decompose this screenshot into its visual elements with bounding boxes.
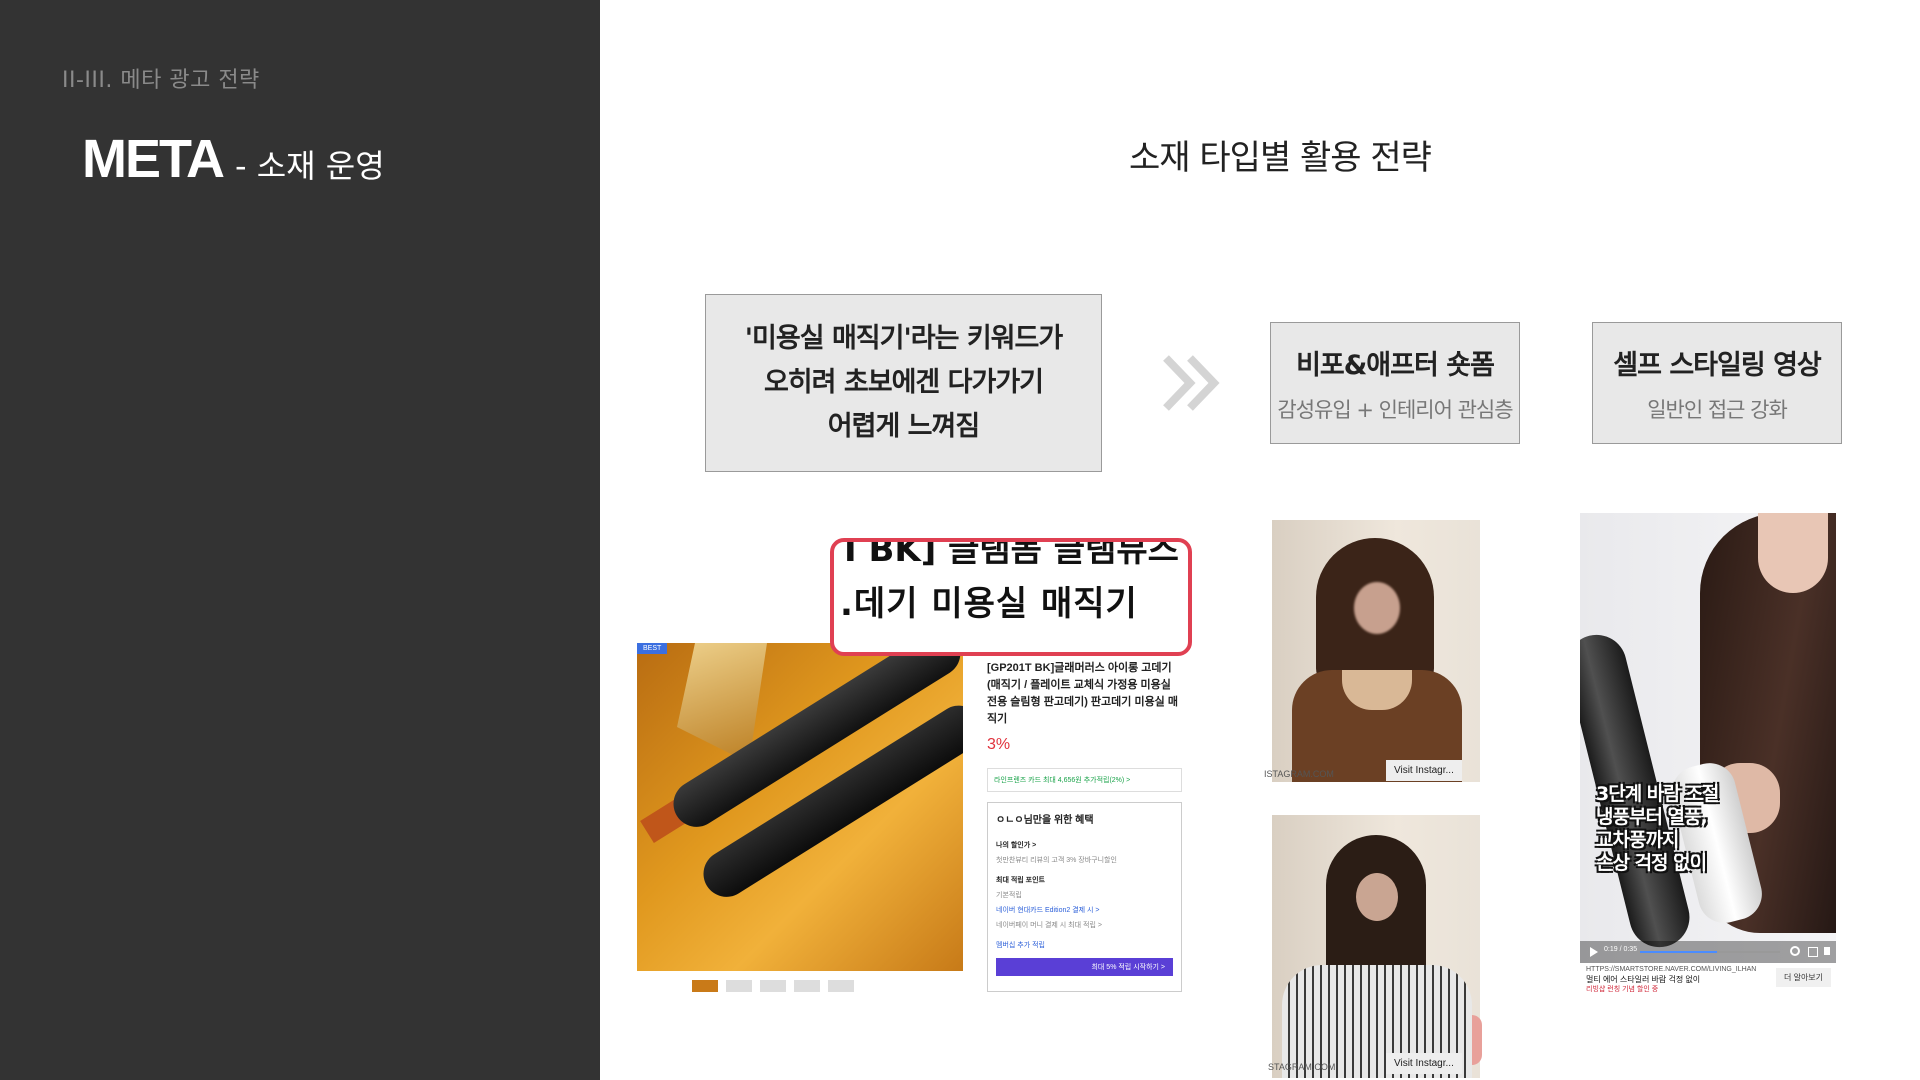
visit-instagram-button[interactable]: Visit Instagr... <box>1386 1053 1462 1074</box>
naver-card-link[interactable]: 네이버 현대카드 Edition2 결제 시 > <box>996 905 1173 915</box>
learn-more-button[interactable]: 더 알아보기 <box>1776 968 1832 987</box>
max-point-label: 최대 적립 포인트 <box>996 877 1045 884</box>
benefit-panel: ㅇㄴㅇ님만을 위한 혜택 나의 할인가 > 첫만찬뷰티 리뷰의 고객 3% 장바… <box>987 802 1182 992</box>
basic-point: 기본적립 <box>996 892 1022 899</box>
breadcrumb: II-III. 메타 광고 전략 <box>62 68 260 93</box>
double-chevron-right-icon <box>1163 355 1220 411</box>
best-badge: BEST <box>637 643 668 654</box>
card-benefit[interactable]: 라인프렌즈 카드 최대 4,656원 추가적립(2%) > <box>987 768 1182 792</box>
problem-line-2: 오히려 초보에겐 다가가기 <box>763 367 1044 398</box>
fullscreen-icon[interactable] <box>1808 947 1818 957</box>
blurred-face <box>1354 582 1400 634</box>
product-photo[interactable] <box>637 643 963 971</box>
thumbnail[interactable] <box>726 980 752 992</box>
benefit-title: ㅇㄴㅇ님만을 위한 혜택 <box>996 815 1094 826</box>
video-title: 멀티 에어 스타일러 바람 걱정 없이 <box>1586 975 1701 984</box>
play-icon[interactable] <box>1590 947 1598 957</box>
strategy-subtitle: 일반인 접근 강화 <box>1647 397 1788 422</box>
video-card[interactable]: 3단계 바람 조절 냉풍부터 열풍, 교차풍까지 손상 걱정 없이 0:19 /… <box>1580 513 1836 963</box>
video-time: 0:19 / 0:35 <box>1604 946 1638 953</box>
strategy-subtitle: 감성유입 + 인테리어 관심층 <box>1277 397 1513 422</box>
blurred-face <box>1356 873 1398 921</box>
thumbnail[interactable] <box>760 980 786 992</box>
problem-line-3: 어렵게 느껴짐 <box>827 411 980 442</box>
discount-rate: 3% <box>987 736 1011 753</box>
membership-label: 멤버십 추가 적립 <box>996 942 1045 949</box>
gear-icon[interactable] <box>1790 946 1800 956</box>
page-title-sub: - 소재 운영 <box>234 147 385 185</box>
zoom-main-text: .데기 미용실 매직기 <box>840 584 1138 624</box>
video-progress-fill <box>1640 951 1717 953</box>
thumbnail[interactable] <box>828 980 854 992</box>
my-discount-detail: 첫만찬뷰티 리뷰의 고객 3% 장바구니할인 <box>996 857 1117 864</box>
product-info: [GP201T BK]글래머러스 아이롱 고데기 (매직기 / 플레이트 교체식… <box>987 660 1182 992</box>
page-title-main: META <box>82 129 225 189</box>
keyword-zoom-callout: I BK] 글램몸 글램뷰즈 ㄴ .데기 미용실 매직기 <box>830 538 1192 656</box>
instagram-source: STAGRAM.COM <box>1268 1062 1336 1072</box>
problem-line-1: '미용실 매직기'라는 키워드가 <box>744 323 1063 354</box>
video-promo: 리빙샵 런칭 기념 할인 중 <box>1586 986 1659 993</box>
video-controls: 0:19 / 0:35 <box>1580 941 1836 963</box>
section-heading: 소재 타입별 활용 전략 <box>1129 138 1432 178</box>
instagram-card[interactable] <box>1272 815 1482 1078</box>
strategy-box-before-after: 비포&애프터 숏폼 감성유입 + 인테리어 관심층 <box>1270 322 1520 444</box>
product-name: [GP201T BK]글래머러스 아이롱 고데기 (매직기 / 플레이트 교체식… <box>987 662 1178 725</box>
face-shape <box>1758 513 1828 593</box>
visit-instagram-button[interactable]: Visit Instagr... <box>1386 760 1462 781</box>
sidebar: II-III. 메타 광고 전략 META - 소재 운영 <box>0 0 600 1080</box>
video-url: HTTPS://SMARTSTORE.NAVER.COM/LIVING_ILHA… <box>1586 966 1757 973</box>
page-title: META - 소재 운영 <box>82 128 385 190</box>
problem-box: '미용실 매직기'라는 키워드가 오히려 초보에겐 다가가기 어렵게 느껴짐 <box>705 294 1102 472</box>
instagram-source: ISTAGRAM.COM <box>1264 769 1334 779</box>
naver-money-link[interactable]: 네이버페이 머니 결제 시 최대 적립 > <box>996 920 1173 930</box>
my-discount-link[interactable]: 나의 할인가 > <box>996 840 1173 850</box>
volume-icon[interactable] <box>1824 947 1830 955</box>
instagram-card[interactable] <box>1272 520 1480 782</box>
product-thumbnails <box>692 980 854 992</box>
strategy-title: 비포&애프터 숏폼 <box>1296 349 1495 381</box>
video-progress-bar[interactable] <box>1640 951 1780 953</box>
zoom-top-text: I BK] 글램몸 글램뷰즈 ㄴ <box>844 538 1192 570</box>
thumbnail[interactable] <box>692 980 718 992</box>
strategy-box-self-styling: 셀프 스타일링 영상 일반인 접근 강화 <box>1592 322 1842 444</box>
thumbnail[interactable] <box>794 980 820 992</box>
membership-button[interactable]: 최대 5% 적립 시작하기 > <box>996 958 1173 976</box>
video-caption: 3단계 바람 조절 냉풍부터 열풍, 교차풍까지 손상 걱정 없이 <box>1596 783 1719 874</box>
strategy-title: 셀프 스타일링 영상 <box>1613 349 1822 381</box>
video-footer: HTTPS://SMARTSTORE.NAVER.COM/LIVING_ILHA… <box>1586 965 1776 995</box>
